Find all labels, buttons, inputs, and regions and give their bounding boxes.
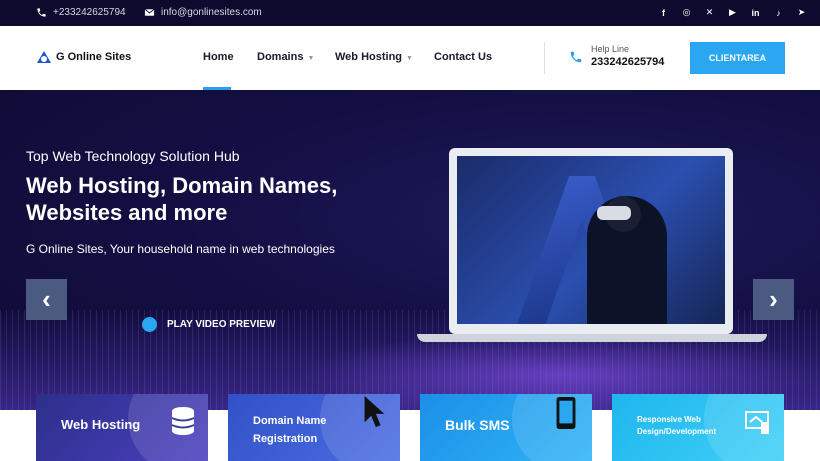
laptop-base	[417, 334, 767, 342]
nav-contact[interactable]: Contact Us	[434, 51, 492, 63]
nav-contact-label: Contact Us	[434, 51, 493, 63]
vr-person-image	[457, 156, 725, 324]
web-design-icon	[745, 411, 769, 434]
database-icon	[171, 407, 195, 435]
service-cards: Web Hosting Domain Name Registration Bul…	[0, 394, 820, 461]
nav-domains-label: Domains	[257, 51, 304, 63]
envelope-icon	[144, 8, 155, 16]
card-bulk-sms[interactable]: Bulk SMS	[420, 394, 592, 461]
chevron-down-icon: ▼	[307, 55, 315, 62]
chevron-down-icon: ▼	[406, 55, 413, 62]
card-web-design[interactable]: Responsive Web Design/Development	[612, 394, 784, 461]
mobile-phone-icon	[556, 396, 576, 430]
nav-home[interactable]: Home	[203, 51, 234, 63]
phone-icon	[570, 51, 582, 63]
tiktok-icon[interactable]: ♪	[772, 6, 785, 19]
nav-web-hosting-label: Web Hosting	[335, 51, 403, 63]
nav-divider	[544, 42, 545, 74]
instagram-icon[interactable]: ◎	[680, 6, 693, 19]
help-line-label: Help Line	[591, 44, 630, 54]
help-line[interactable]: Help Line 233242625794	[569, 44, 664, 68]
youtube-icon[interactable]: ▶	[726, 6, 739, 19]
hero-subtitle: G Online Sites, Your household name in w…	[26, 242, 335, 256]
phone-icon	[37, 8, 46, 17]
play-icon	[142, 317, 157, 332]
hero-banner: Top Web Technology Solution Hub Web Host…	[0, 90, 820, 410]
play-video-label: PLAY VIDEO PREVIEW	[167, 319, 276, 330]
logo-icon	[37, 51, 51, 63]
facebook-icon[interactable]: f	[657, 6, 670, 19]
card-web-hosting-label: Web Hosting	[61, 417, 141, 432]
chevron-left-icon: ‹	[42, 284, 51, 314]
card-domain-label: Domain Name Registration	[253, 415, 327, 445]
card-domain-registration[interactable]: Domain Name Registration	[228, 394, 400, 461]
card-web-hosting[interactable]: Web Hosting	[36, 394, 208, 461]
clientarea-button[interactable]: CLIENTAREA	[690, 42, 785, 74]
chevron-right-icon: ›	[769, 284, 778, 314]
nav-web-hosting[interactable]: Web Hosting ▼	[335, 51, 413, 63]
card-web-design-label: Responsive Web Design/Development	[637, 415, 717, 436]
topbar-email-text: info@gonlinesites.com	[161, 7, 262, 18]
social-links: f ◎ ✕ ▶ in ♪ ➤	[657, 6, 808, 19]
card-bulk-sms-label: Bulk SMS	[445, 417, 510, 433]
nav-domains[interactable]: Domains ▼	[257, 51, 314, 63]
hero-kicker: Top Web Technology Solution Hub	[26, 148, 240, 164]
cursor-icon	[364, 395, 385, 428]
hero-headline: Web Hosting, Domain Names, Websites and …	[26, 173, 338, 225]
top-bar: +233242625794 info@gonlinesites.com f ◎ …	[0, 0, 820, 26]
vr-headset	[597, 206, 631, 220]
play-video-button[interactable]: PLAY VIDEO PREVIEW	[142, 317, 275, 332]
topbar-email[interactable]: info@gonlinesites.com	[144, 7, 262, 18]
topbar-phone[interactable]: +233242625794	[36, 7, 126, 18]
linkedin-icon[interactable]: in	[749, 6, 762, 19]
slider-prev-button[interactable]: ‹	[26, 279, 67, 320]
telegram-icon[interactable]: ➤	[795, 6, 808, 19]
topbar-phone-text: +233242625794	[53, 7, 126, 18]
nav-home-label: Home	[203, 51, 234, 63]
help-line-number: 233242625794	[591, 56, 665, 68]
laptop-image	[449, 148, 733, 334]
card-decoration	[512, 394, 592, 461]
main-navbar: G Online Sites Home Domains ▼ Web Hosting…	[0, 26, 820, 90]
x-icon[interactable]: ✕	[703, 6, 716, 19]
site-logo[interactable]: G Online Sites	[36, 50, 131, 64]
logo-text: G Online Sites	[56, 51, 132, 63]
slider-next-button[interactable]: ›	[753, 279, 794, 320]
